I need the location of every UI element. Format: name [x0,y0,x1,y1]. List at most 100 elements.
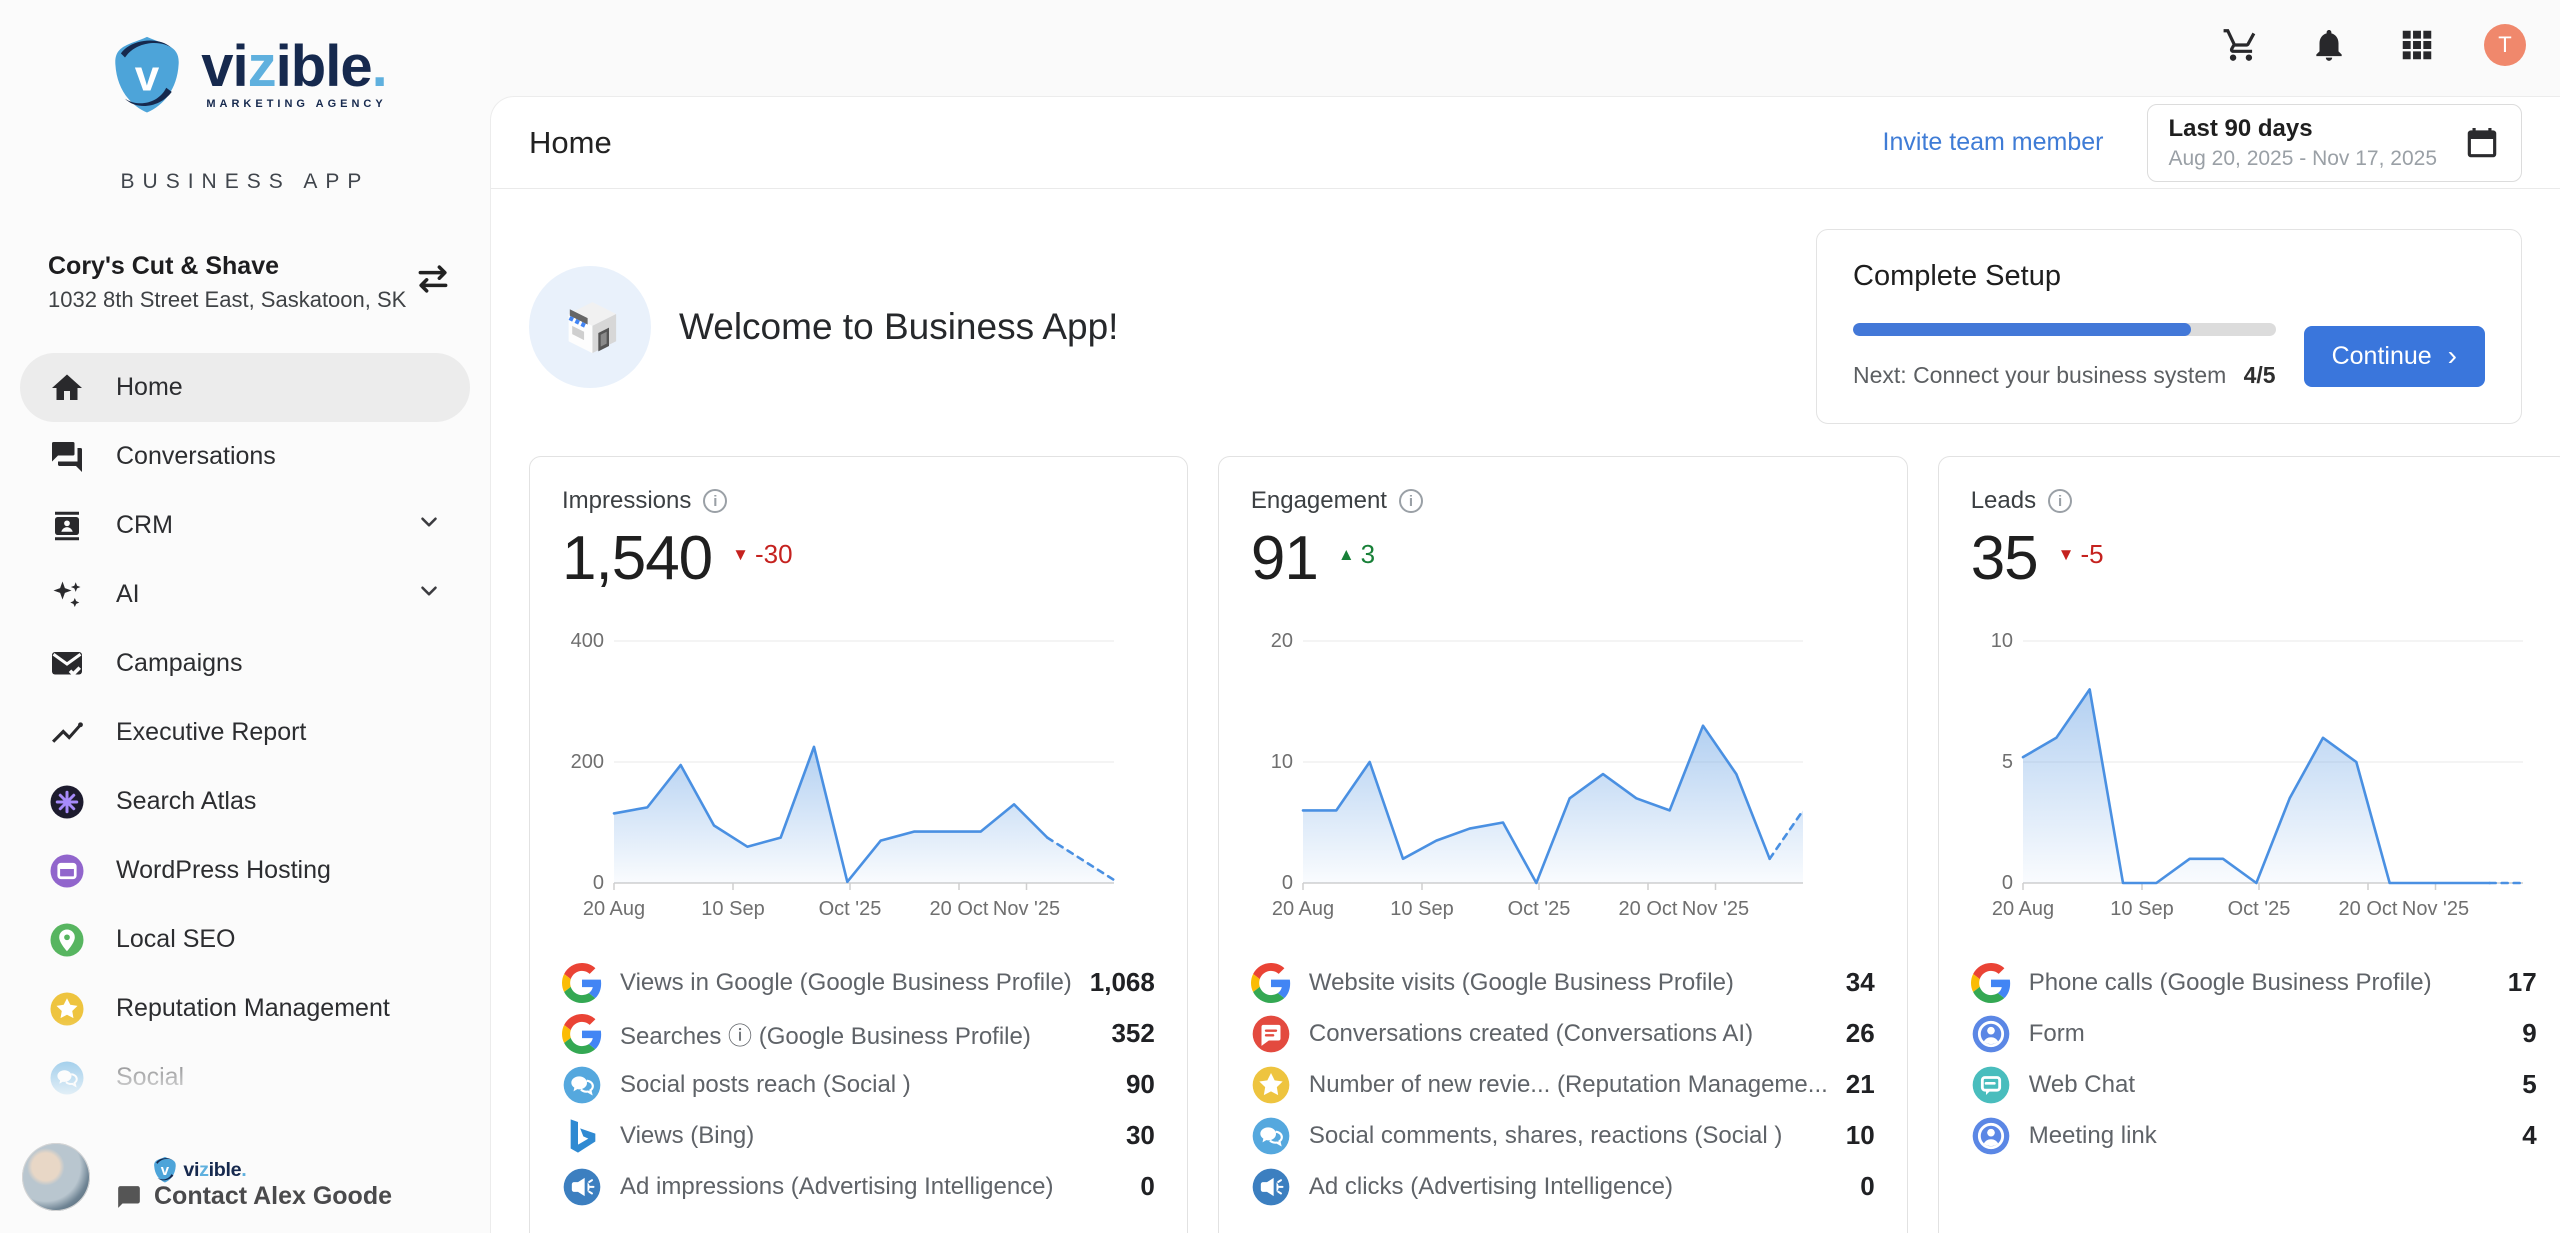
crm-icon [48,507,86,545]
metric-row-label: Views in Google (Google Business Profile… [620,969,1072,997]
svg-text:0: 0 [1282,872,1293,894]
user-avatar[interactable]: T [2484,24,2526,66]
svg-text:Oct '25: Oct '25 [1507,898,1570,920]
ads-icon [562,1167,602,1207]
metric-row-label: Form [2029,1020,2505,1048]
storefront-icon [529,266,651,388]
metric-row: Phone calls (Google Business Profile) 17 [1971,957,2537,1008]
setup-title: Complete Setup [1853,260,2485,293]
metric-row-value: 30 [1126,1120,1155,1151]
card-title: Leads [1971,487,2036,515]
invite-team-member-link[interactable]: Invite team member [1883,128,2104,157]
sidebar-item-wordpress-hosting[interactable]: WordPress Hosting [20,836,470,905]
info-icon[interactable] [703,489,727,513]
svg-text:20 Oct: 20 Oct [2338,898,2397,920]
notifications-icon[interactable] [2308,24,2350,66]
metric-row-label: Phone calls (Google Business Profile) [2029,969,2490,997]
svg-text:v: v [161,1162,170,1179]
delta-arrow-icon: ▼ [732,545,749,565]
card-delta: ▲3 [1338,539,1375,570]
date-range-label: Last 90 days [2168,115,2437,143]
card-title: Engagement [1251,487,1387,515]
sidebar-item-label: Local SEO [116,925,236,954]
sidebar-item-campaigns[interactable]: Campaigns [20,629,470,698]
sidebar-item-home[interactable]: Home [20,353,470,422]
svg-text:10 Sep: 10 Sep [701,898,764,920]
metric-row: Social posts reach (Social )90 [562,1059,1155,1110]
metric-row: Searches ⓘ (Google Business Profile)352 [562,1008,1155,1059]
page-header: Home Invite team member Last 90 days Aug… [491,97,2560,189]
impressions-card: Impressions 1,540▼-30 020040020 Aug10 Se… [529,456,1188,1233]
cart-icon[interactable] [2220,24,2262,66]
svg-text:20 Oct: 20 Oct [1618,898,1677,920]
vizible-logo: v vizible. MARKETING AGENCY [0,30,490,118]
svg-text:400: 400 [571,630,604,652]
svg-text:10: 10 [1271,751,1293,773]
metric-row-value: 9 [2522,1018,2536,1049]
continue-button[interactable]: Continue› [2304,326,2485,387]
metric-row-value: 17 [2508,967,2537,998]
webchat-icon [1971,1065,2011,1105]
metric-row-value: 26 [1846,1018,1875,1049]
engagement-breakdown-list: Website visits (Google Business Profile)… [1251,957,1875,1212]
svg-text:0: 0 [593,872,604,894]
search-atlas-icon [48,783,86,821]
date-range-value: Aug 20, 2025 - Nov 17, 2025 [2168,147,2437,171]
svg-text:10 Sep: 10 Sep [1390,898,1453,920]
metric-row-value: 5 [2522,1069,2536,1100]
social-icon [562,1065,602,1105]
sidebar-item-crm[interactable]: CRM [20,491,470,560]
metric-row-value: 21 [1846,1069,1875,1100]
sidebar-item-label: Executive Report [116,718,306,747]
calendar-icon [2463,124,2501,162]
svg-text:Oct '25: Oct '25 [2227,898,2290,920]
sidebar: v vizible. MARKETING AGENCY BUSINESS APP… [0,0,490,1233]
sidebar-item-conversations[interactable]: Conversations [20,422,470,491]
svg-text:200: 200 [571,751,604,773]
sidebar-item-ai[interactable]: AI [20,560,470,629]
metric-row: Number of new revie... (Reputation Manag… [1251,1059,1875,1110]
svg-text:Nov '25: Nov '25 [2402,898,2469,920]
sidebar-item-label: AI [116,580,140,609]
sidebar-item-local-seo[interactable]: Local SEO [20,905,470,974]
metric-row: Conversations created (Conversations AI)… [1251,1008,1875,1059]
metric-row: Website visits (Google Business Profile)… [1251,957,1875,1008]
chevron-down-icon [416,509,442,542]
page-title: Home [529,125,612,161]
switch-business-icon[interactable] [414,260,452,298]
person-icon [1971,1116,2011,1156]
svg-text:20: 20 [1271,630,1293,652]
chat-bubble-icon [116,1184,142,1210]
impressions-area-chart: 020040020 Aug10 SepOct '2520 OctNov '25 [562,627,1155,927]
apps-icon[interactable] [2396,24,2438,66]
metric-row: Form 9 [1971,1008,2537,1059]
info-icon[interactable] [1399,489,1423,513]
sidebar-item-label: Search Atlas [116,787,256,816]
info-icon[interactable] [2048,489,2072,513]
sidebar-item-executive-report[interactable]: Executive Report [20,698,470,767]
metric-row-label: Searches ⓘ (Google Business Profile) [620,1016,1093,1051]
person-icon [1971,1014,2011,1054]
metric-row-label: Web Chat [2029,1071,2505,1099]
card-value: 91 [1251,525,1318,593]
date-range-selector[interactable]: Last 90 days Aug 20, 2025 - Nov 17, 2025 [2147,104,2522,182]
conv-ai-icon [1251,1014,1291,1054]
metric-row: Ad clicks (Advertising Intelligence)0 [1251,1161,1875,1212]
wordpress-icon [48,852,86,890]
svg-text:5: 5 [2002,751,2013,773]
svg-text:20 Aug: 20 Aug [1992,898,2054,920]
svg-text:20 Aug: 20 Aug [1272,898,1334,920]
metric-row-label: Meeting link [2029,1122,2505,1150]
contact-agent-button[interactable]: Contact Alex Goode [116,1182,392,1211]
sidebar-item-search-atlas[interactable]: Search Atlas [20,767,470,836]
metric-row-value: 0 [1860,1171,1874,1202]
setup-next-step: Next: Connect your business system [1853,362,2226,389]
chat-icon [48,438,86,476]
metric-row-label: Conversations created (Conversations AI) [1309,1020,1828,1048]
delta-arrow-icon: ▲ [1338,545,1355,565]
metric-row-label: Views (Bing) [620,1122,1108,1150]
setup-progress-track [1853,323,2276,336]
metric-row-label: Website visits (Google Business Profile) [1309,969,1828,997]
card-value: 1,540 [562,525,712,593]
metric-row-label: Number of new revie... (Reputation Manag… [1309,1071,1828,1099]
